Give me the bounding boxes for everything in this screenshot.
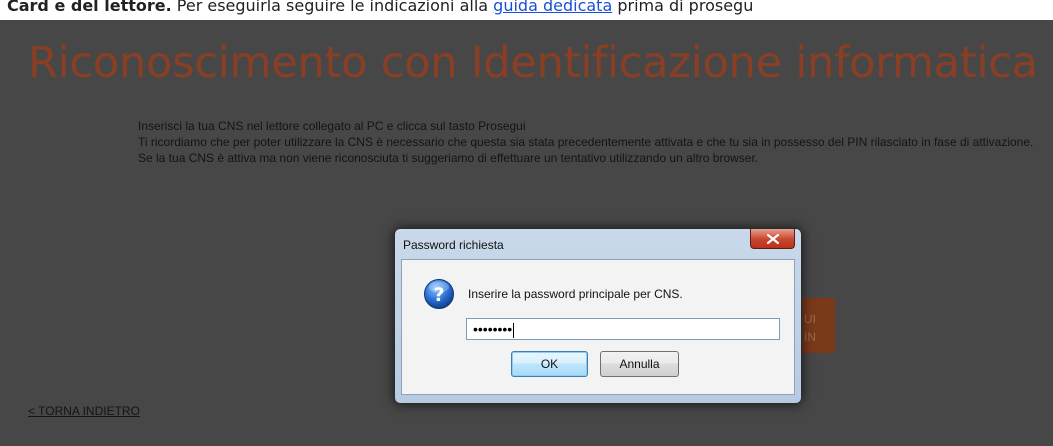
close-button[interactable] (750, 229, 795, 249)
close-icon (766, 233, 779, 244)
instructions: Inserisci la tua CNS nel lettore collega… (138, 118, 1043, 166)
notice-text-end: prima di prosegu (612, 0, 754, 15)
dialog-body: ? Inserire la password principale per CN… (401, 259, 795, 395)
password-value: •••••••• (473, 321, 513, 337)
password-dialog: Password richiesta ? Inserire la passwor… (394, 228, 802, 404)
ok-button[interactable]: OK (511, 351, 588, 377)
dialog-prompt: Inserire la password principale per CNS. (468, 287, 683, 301)
dialog-title: Password richiesta (403, 238, 504, 252)
instructions-line-1: Inserisci la tua CNS nel lettore collega… (138, 119, 526, 133)
password-input[interactable]: •••••••• (466, 318, 780, 340)
question-icon: ? (424, 279, 454, 309)
text-caret (513, 322, 515, 338)
notice-text: Per eseguirla seguire le indicazioni all… (171, 0, 494, 15)
page-title: Riconoscimento con Identificazione infor… (28, 38, 1038, 88)
top-notice-bar: Card e del lettore. Per eseguirla seguir… (0, 0, 1053, 20)
instructions-line-2: Ti ricordiamo che per poter utilizzare l… (138, 135, 1034, 165)
cancel-button[interactable]: Annulla (600, 351, 679, 377)
notice-bold-text: Card e del lettore. (7, 0, 172, 15)
back-link[interactable]: < TORNA INDIETRO (28, 404, 140, 418)
guide-link[interactable]: guida dedicata (493, 0, 612, 15)
svg-text:?: ? (433, 284, 444, 306)
